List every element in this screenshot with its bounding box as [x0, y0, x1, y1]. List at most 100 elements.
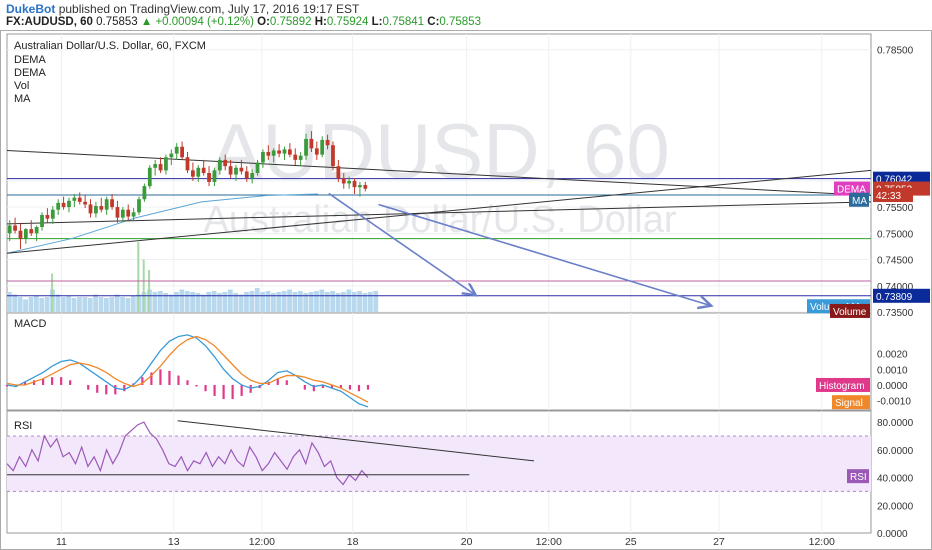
volume-bar: [244, 292, 249, 312]
y-tick-label: 0.75500: [877, 203, 914, 214]
candle-body: [13, 225, 17, 231]
candle-body: [314, 148, 319, 155]
volume-bar: [206, 292, 212, 312]
candle-body: [287, 149, 292, 155]
x-tick-label: 11: [56, 536, 67, 548]
volume-bar: [157, 291, 163, 312]
volume-bar: [109, 297, 115, 312]
volume-bar: [184, 291, 190, 312]
chart-title: Australian Dollar/U.S. Dollar, 60, FXCM: [14, 40, 206, 52]
candle-body: [158, 164, 163, 171]
candle-body: [212, 170, 217, 182]
candle-body: [271, 150, 276, 156]
volume-bar: [351, 292, 357, 312]
x-tick-label: 12:00: [249, 536, 275, 548]
chart-canvas[interactable]: AUDUSD, 60Australian Dollar/U.S. DollarA…: [0, 0, 932, 550]
candle-body: [298, 155, 303, 160]
candle-body: [45, 214, 50, 219]
volume-bar: [23, 299, 28, 312]
legend-entry: MA: [14, 93, 31, 105]
volume-bar: [330, 291, 336, 312]
candle-body: [320, 139, 325, 155]
candle-body: [266, 152, 271, 156]
volume-bar: [137, 242, 140, 312]
y-tick-label: 0.78500: [877, 46, 914, 57]
candle-body: [217, 159, 222, 171]
volume-bar: [142, 259, 145, 312]
candle-body: [282, 149, 287, 154]
candle-body: [67, 200, 71, 208]
volume-bar: [254, 288, 260, 312]
candle-body: [94, 206, 98, 214]
candle-body: [164, 157, 168, 171]
candle-body: [228, 166, 233, 175]
candle-body: [40, 214, 44, 228]
candle-body: [191, 170, 195, 177]
legend-entry: DEMA: [14, 67, 46, 79]
volume-bar: [130, 296, 136, 312]
candle-body: [180, 146, 184, 158]
macd-title: MACD: [14, 318, 46, 330]
rsi-tick-label: 0.0000: [877, 529, 908, 540]
candle-body: [34, 227, 39, 234]
macd-tick-label: 0.0020: [877, 350, 908, 361]
candle-body: [174, 146, 179, 154]
candle-body: [131, 212, 136, 217]
macd-tick-label: 0.0000: [877, 381, 908, 392]
volume-bar: [190, 292, 195, 312]
x-tick-label: 12:00: [536, 536, 562, 548]
y-tick-label: 0.74500: [877, 256, 914, 267]
price-label: Volume: [833, 307, 867, 318]
volume-bar: [324, 292, 330, 312]
candle-body: [120, 209, 125, 218]
volume-bar: [260, 292, 266, 312]
legend-entry: Vol: [14, 80, 29, 92]
volume-bar: [368, 292, 373, 312]
candle-body: [61, 202, 66, 208]
volume-bar: [87, 298, 93, 312]
candle-body: [363, 185, 368, 189]
y-tick-label: 0.75000: [877, 229, 914, 240]
volume-bar: [319, 289, 325, 312]
rsi-title: RSI: [14, 420, 32, 432]
candle-body: [196, 167, 201, 177]
candle-body: [147, 167, 152, 187]
candle-body: [331, 145, 335, 167]
volume-bar: [33, 296, 39, 312]
volume-bar: [55, 294, 61, 312]
volume-bar: [222, 292, 228, 312]
macd-label: Signal: [835, 398, 863, 409]
volume-bar: [93, 294, 98, 312]
candle-body: [110, 199, 114, 208]
candle-body: [142, 186, 147, 200]
volume-bar: [168, 294, 174, 312]
volume-bar: [44, 297, 50, 312]
candle-body: [104, 199, 109, 210]
candle-body: [304, 138, 308, 156]
candle-body: [50, 209, 55, 219]
volume-bar: [281, 291, 287, 312]
candle-body: [309, 138, 314, 149]
candle-body: [250, 173, 255, 179]
candle-body: [239, 167, 244, 172]
volume-bar: [341, 292, 346, 312]
candle-body: [347, 180, 352, 184]
candle-body: [207, 173, 211, 182]
volume-bar: [60, 297, 66, 312]
x-tick-label: 25: [625, 536, 637, 548]
candle-body: [99, 206, 104, 210]
candle-body: [358, 185, 362, 188]
candle-body: [352, 180, 357, 188]
candle-body: [56, 202, 61, 210]
volume-bar: [28, 297, 34, 312]
volume-bar: [51, 273, 54, 312]
volume-bar: [114, 294, 120, 312]
macd-tick-label: 0.0010: [877, 365, 908, 376]
candle-body: [88, 204, 93, 214]
candle-body: [234, 167, 238, 175]
volume-bar: [7, 292, 12, 312]
x-tick-label: 27: [713, 536, 725, 548]
volume-bar: [292, 292, 298, 312]
candle-body: [325, 139, 330, 146]
volume-bar: [148, 270, 151, 312]
